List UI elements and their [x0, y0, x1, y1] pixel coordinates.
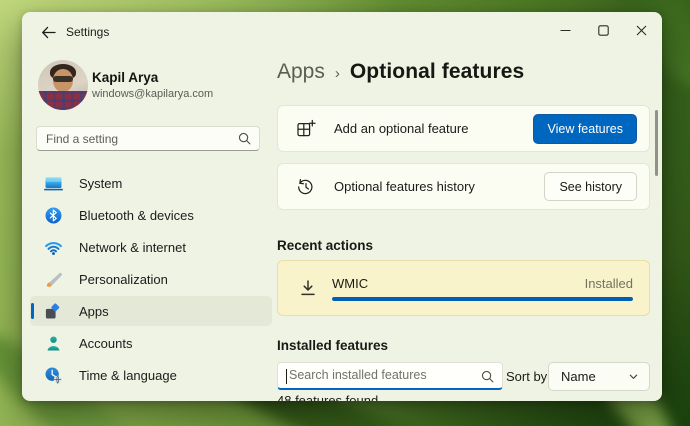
settings-window: Settings Kapil Arya windows@kapilarya.co…: [22, 12, 662, 401]
sidebar-nav: System Bluetooth & devices: [30, 168, 272, 390]
search-icon: [238, 132, 251, 145]
installed-features-search[interactable]: [277, 362, 503, 390]
recent-action-body: WMIC Installed: [332, 276, 633, 301]
search-icon: [481, 370, 494, 383]
add-optional-feature-card: Add an optional feature View features: [277, 105, 650, 152]
maximize-button[interactable]: [584, 17, 622, 43]
find-a-setting-input[interactable]: [46, 128, 231, 149]
sidebar-item-bluetooth-devices[interactable]: Bluetooth & devices: [30, 200, 272, 230]
back-arrow-icon: [41, 26, 56, 39]
view-features-button[interactable]: View features: [533, 114, 637, 144]
sidebar-item-label: Apps: [79, 304, 109, 319]
recent-actions-heading: Recent actions: [277, 238, 373, 253]
download-icon: [298, 278, 318, 298]
page-title: Optional features: [350, 60, 524, 84]
breadcrumb-apps[interactable]: Apps: [277, 60, 325, 84]
sort-by-label: Sort by:: [506, 369, 551, 384]
accounts-icon: [44, 334, 63, 353]
sidebar-item-apps[interactable]: Apps: [30, 296, 272, 326]
avatar[interactable]: [38, 60, 88, 110]
network-icon: [44, 238, 63, 257]
maximize-icon: [598, 25, 609, 36]
sidebar-item-label: Accounts: [79, 336, 132, 351]
chevron-down-icon: [628, 371, 639, 382]
window-controls: [546, 17, 660, 43]
apps-icon: [44, 302, 63, 321]
status-badge: Installed: [585, 276, 633, 291]
sidebar-item-time-language[interactable]: Time & language: [30, 360, 272, 390]
add-feature-icon: [296, 119, 316, 139]
minimize-button[interactable]: [546, 17, 584, 43]
sort-dropdown[interactable]: Name: [548, 362, 650, 391]
installed-features-heading: Installed features: [277, 338, 388, 353]
installed-features-search-input[interactable]: [289, 364, 479, 386]
history-icon: [296, 177, 316, 197]
window-title: Settings: [66, 25, 109, 39]
sidebar-item-system[interactable]: System: [30, 168, 272, 198]
time-language-icon: [44, 366, 63, 385]
sidebar-item-accounts[interactable]: Accounts: [30, 328, 272, 358]
feature-name: WMIC: [332, 276, 368, 291]
results-count-text: 48 features found: [277, 393, 378, 401]
avatar-shirt: [38, 91, 88, 110]
minimize-icon: [560, 25, 571, 36]
sidebar-item-label: Time & language: [79, 368, 177, 383]
selected-indicator: [31, 303, 34, 319]
sidebar-item-personalization[interactable]: Personalization: [30, 264, 272, 294]
sort-dropdown-value: Name: [561, 369, 596, 384]
sidebar-item-label: Network & internet: [79, 240, 186, 255]
breadcrumb: Apps › Optional features: [277, 60, 524, 84]
back-button[interactable]: [34, 20, 62, 44]
recent-action-wmic[interactable]: WMIC Installed: [277, 260, 650, 316]
bluetooth-icon: [44, 206, 63, 225]
optional-features-history-card: Optional features history See history: [277, 163, 650, 210]
close-button[interactable]: [622, 17, 660, 43]
scrollbar[interactable]: [655, 110, 658, 176]
sidebar-item-label: System: [79, 176, 122, 191]
user-email: windows@kapilarya.com: [92, 88, 213, 100]
text-caret: [286, 369, 287, 384]
progress-fill: [332, 297, 633, 301]
sidebar-item-label: Personalization: [79, 272, 168, 287]
find-a-setting-search[interactable]: [36, 126, 260, 151]
personalization-icon: [44, 270, 63, 289]
close-icon: [636, 25, 647, 36]
progress-bar: [332, 297, 633, 301]
breadcrumb-separator: ›: [335, 63, 340, 82]
card-label: Optional features history: [334, 179, 544, 194]
card-label: Add an optional feature: [334, 121, 533, 136]
avatar-sunglasses: [53, 76, 73, 82]
see-history-button[interactable]: See history: [544, 172, 637, 201]
sidebar-item-network-internet[interactable]: Network & internet: [30, 232, 272, 262]
sidebar-item-label: Bluetooth & devices: [79, 208, 194, 223]
user-name: Kapil Arya: [92, 70, 158, 85]
system-icon: [44, 174, 63, 193]
